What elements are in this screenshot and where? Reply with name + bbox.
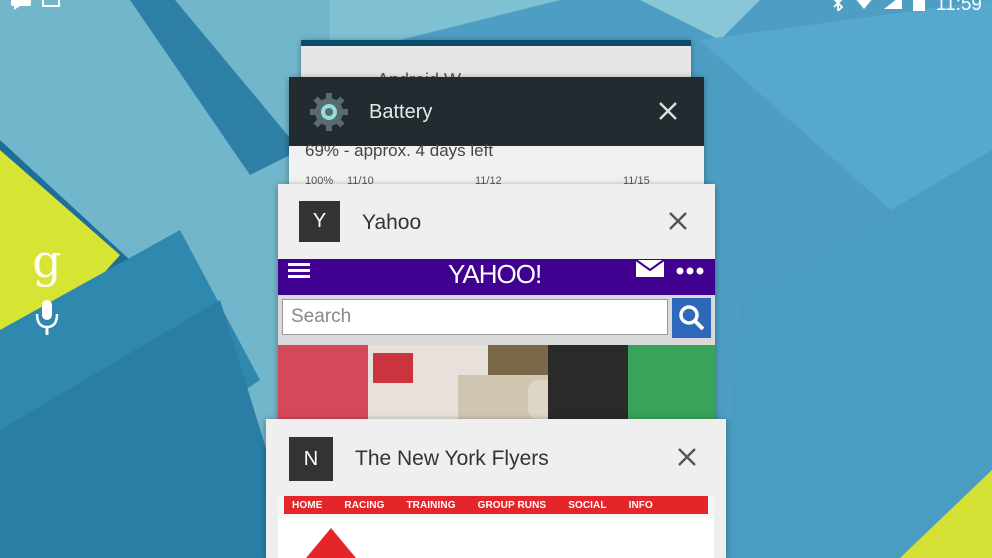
chat-icon xyxy=(10,0,32,15)
card-title: Battery xyxy=(369,101,433,123)
close-icon[interactable] xyxy=(668,211,688,236)
menu-icon[interactable] xyxy=(288,261,312,284)
nav-training[interactable]: TRAINING xyxy=(406,500,455,511)
nav-racing[interactable]: RACING xyxy=(344,500,384,511)
flyers-logo-icon xyxy=(306,528,356,558)
yahoo-photo xyxy=(278,345,715,424)
card-header: N The New York Flyers xyxy=(266,419,726,496)
nav-group-runs[interactable]: GROUP RUNS xyxy=(478,500,547,511)
more-icon[interactable] xyxy=(676,263,706,281)
card-title: Yahoo xyxy=(362,211,422,234)
status-bar: 11:59 xyxy=(0,0,992,16)
photo-image xyxy=(278,345,715,424)
card-header: Y Yahoo xyxy=(278,184,715,259)
mic-icon[interactable] xyxy=(35,300,59,336)
recent-card-yahoo[interactable]: Y Yahoo YAHOO! Search xyxy=(278,184,715,424)
mail-icon[interactable] xyxy=(635,259,665,284)
search-button[interactable] xyxy=(672,298,711,338)
search-row: Search xyxy=(278,295,715,345)
nav-social[interactable]: SOCIAL xyxy=(568,500,606,511)
flyers-nav: HOME RACING TRAINING GROUP RUNS SOCIAL I… xyxy=(284,496,708,514)
google-search-widget[interactable]: g xyxy=(22,238,72,336)
google-search-icon[interactable]: g xyxy=(22,238,72,284)
nav-info[interactable]: INFO xyxy=(629,500,653,511)
yahoo-logo: YAHOO! xyxy=(448,259,542,289)
image-icon xyxy=(42,0,60,15)
search-input[interactable]: Search xyxy=(282,299,668,335)
card-top-strip xyxy=(301,40,691,46)
search-icon xyxy=(678,304,706,337)
clock: 11:59 xyxy=(935,0,982,15)
battery-summary: 69% - approx. 4 days left xyxy=(305,141,494,160)
battery-icon xyxy=(912,0,926,16)
wifi-icon xyxy=(854,0,874,16)
gear-icon xyxy=(310,93,348,136)
card-title: The New York Flyers xyxy=(355,447,549,470)
flyers-page: HOME RACING TRAINING GROUP RUNS SOCIAL I… xyxy=(278,496,714,558)
flyers-banner xyxy=(278,518,714,558)
recent-card-battery[interactable]: Battery 69% - approx. 4 days left 100% 1… xyxy=(289,77,704,187)
bluetooth-icon xyxy=(832,0,844,16)
card-header: Battery xyxy=(289,77,704,146)
nav-home[interactable]: HOME xyxy=(292,500,322,511)
app-badge: Y xyxy=(299,201,340,242)
recent-card-nyflyers[interactable]: N The New York Flyers HOME RACING TRAINI… xyxy=(266,419,726,558)
close-icon[interactable] xyxy=(658,101,678,126)
yahoo-header: YAHOO! xyxy=(278,259,715,295)
close-icon[interactable] xyxy=(677,447,697,472)
signal-icon xyxy=(883,0,902,16)
app-badge: N xyxy=(289,437,333,481)
